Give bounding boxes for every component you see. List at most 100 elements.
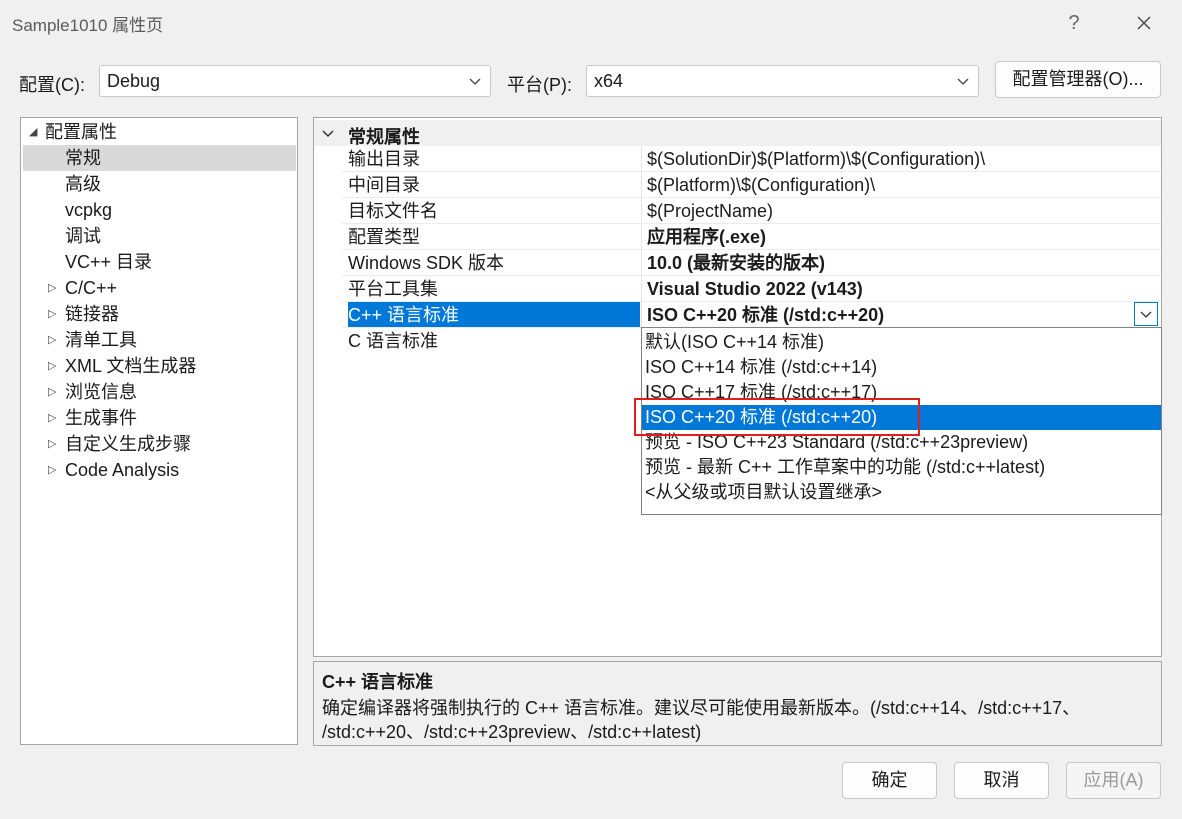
platform-select[interactable]: x64 bbox=[586, 65, 979, 97]
property-name: 配置类型 bbox=[348, 224, 640, 250]
expand-triangle-icon[interactable]: ▷ bbox=[48, 353, 56, 379]
expand-triangle-icon[interactable]: ▷ bbox=[48, 457, 56, 483]
tree-item[interactable]: VC++ 目录 bbox=[21, 249, 297, 275]
property-name-text: C 语言标准 bbox=[348, 331, 438, 351]
platform-value: x64 bbox=[594, 71, 624, 91]
tree-item-label: Code Analysis bbox=[65, 460, 180, 480]
dropdown-toggle-button[interactable] bbox=[1134, 302, 1158, 326]
close-button[interactable] bbox=[1128, 8, 1160, 38]
cancel-label: 取消 bbox=[983, 770, 1020, 790]
category-row[interactable]: 常规属性 bbox=[314, 120, 1161, 147]
expand-triangle-icon[interactable]: ▷ bbox=[48, 379, 56, 405]
expand-triangle-icon[interactable]: ▷ bbox=[48, 405, 56, 431]
property-value-text: $(ProjectName) bbox=[647, 201, 774, 221]
close-icon bbox=[1137, 16, 1151, 30]
tree-item[interactable]: vcpkg bbox=[21, 197, 297, 223]
property-value-text: 10.0 (最新安装的版本) bbox=[647, 253, 826, 273]
tree-item-label: C/C++ bbox=[65, 278, 118, 298]
description-title: C++ 语言标准 bbox=[322, 672, 434, 692]
cancel-button[interactable]: 取消 bbox=[954, 762, 1049, 799]
property-row[interactable]: 输出目录 $(SolutionDir)$(Platform)\$(Configur… bbox=[314, 146, 1161, 172]
property-row[interactable]: 配置类型 应用程序(.exe) bbox=[314, 224, 1161, 250]
tree-item-label: 调试 bbox=[65, 226, 101, 246]
property-row[interactable]: 中间目录 $(Platform)\$(Configuration)\ bbox=[314, 172, 1161, 198]
property-name: 中间目录 bbox=[348, 172, 640, 198]
property-name-text: Windows SDK 版本 bbox=[348, 253, 505, 273]
tree-item[interactable]: ▷ 清单工具 bbox=[21, 327, 297, 353]
tree-item[interactable]: ▷ XML 文档生成器 bbox=[21, 353, 297, 379]
chevron-down-icon bbox=[1140, 311, 1152, 318]
expand-triangle-icon[interactable]: ▷ bbox=[48, 275, 56, 301]
platform-label: 平台(P): bbox=[507, 75, 572, 95]
collapse-chevron-icon bbox=[322, 130, 334, 138]
property-name-text: 平台工具集 bbox=[348, 279, 438, 299]
chevron-down-icon bbox=[957, 78, 969, 85]
property-value[interactable]: $(Platform)\$(Configuration)\ bbox=[647, 172, 1161, 198]
property-row[interactable]: Windows SDK 版本 10.0 (最新安装的版本) bbox=[314, 250, 1161, 276]
chevron-down-icon bbox=[469, 78, 481, 85]
tree-item[interactable]: 常规 bbox=[23, 145, 296, 171]
property-row[interactable]: 目标文件名 $(ProjectName) bbox=[314, 198, 1161, 224]
property-value[interactable]: $(SolutionDir)$(Platform)\$(Configuratio… bbox=[647, 146, 1161, 172]
tree-root-label: 配置属性 bbox=[45, 122, 117, 142]
property-name: C++ 语言标准 bbox=[348, 302, 640, 328]
window-title: Sample1010 属性页 bbox=[12, 16, 164, 35]
tree-item[interactable]: ▷ 链接器 bbox=[21, 301, 297, 327]
tree-item-label: XML 文档生成器 bbox=[65, 356, 197, 376]
tree-item[interactable]: 调试 bbox=[21, 223, 297, 249]
config-manager-label: 配置管理器(O)... bbox=[1012, 69, 1144, 89]
tree-item[interactable]: ▷ 浏览信息 bbox=[21, 379, 297, 405]
property-name-text: 目标文件名 bbox=[348, 201, 438, 221]
tree-item[interactable]: ▷ Code Analysis bbox=[21, 457, 297, 483]
tree-item-label: 生成事件 bbox=[65, 408, 137, 428]
property-name: 平台工具集 bbox=[348, 276, 640, 302]
property-value-text: 应用程序(.exe) bbox=[647, 227, 767, 247]
property-name: Windows SDK 版本 bbox=[348, 250, 640, 276]
property-value[interactable]: 应用程序(.exe) bbox=[647, 224, 1161, 250]
property-row[interactable]: 平台工具集 Visual Studio 2022 (v143) bbox=[314, 276, 1161, 302]
expand-triangle-icon[interactable]: ▷ bbox=[48, 327, 56, 353]
expand-triangle-icon[interactable]: ▷ bbox=[48, 301, 56, 327]
property-name: 输出目录 bbox=[348, 146, 640, 172]
tree-item-label: 清单工具 bbox=[65, 330, 137, 350]
property-name-text: 配置类型 bbox=[348, 227, 420, 247]
property-value[interactable]: ISO C++20 标准 (/std:c++20) bbox=[647, 302, 1161, 328]
highlight-box bbox=[634, 398, 920, 436]
property-value[interactable]: $(ProjectName) bbox=[647, 198, 1161, 224]
tree-item-label: 链接器 bbox=[65, 304, 119, 324]
config-select[interactable]: Debug bbox=[99, 65, 491, 97]
property-value[interactable]: Visual Studio 2022 (v143) bbox=[647, 276, 1161, 302]
property-tree[interactable]: ◢ 配置属性 常规 高级 vcpkg 调试 VC++ 目录 ▷ C/C++ ▷ 链接器 ▷ 清单工具… bbox=[20, 117, 298, 745]
dropdown-option[interactable]: <从父级或项目默认设置继承> bbox=[642, 480, 1161, 505]
property-value[interactable]: 10.0 (最新安装的版本) bbox=[647, 250, 1161, 276]
dropdown-option[interactable]: 预览 - 最新 C++ 工作草案中的功能 (/std:c++latest) bbox=[642, 455, 1161, 480]
property-name-text: C++ 语言标准 bbox=[348, 305, 460, 325]
config-value: Debug bbox=[107, 71, 161, 91]
tree-item[interactable]: ▷ 生成事件 bbox=[21, 405, 297, 431]
ok-button[interactable]: 确定 bbox=[842, 762, 937, 799]
property-name: 目标文件名 bbox=[348, 198, 640, 224]
expanded-triangle-icon: ◢ bbox=[29, 126, 38, 138]
config-manager-button[interactable]: 配置管理器(O)... bbox=[995, 61, 1161, 98]
ok-label: 确定 bbox=[871, 770, 908, 790]
tree-root[interactable]: ◢ 配置属性 bbox=[21, 119, 297, 145]
property-value-text: $(Platform)\$(Configuration)\ bbox=[647, 175, 876, 195]
property-name-text: 中间目录 bbox=[348, 175, 420, 195]
description-line-2: /std:c++20、/std:c++23preview、/std:c++lat… bbox=[322, 722, 702, 742]
expand-triangle-icon[interactable]: ▷ bbox=[48, 431, 56, 457]
help-button[interactable]: ? bbox=[1058, 8, 1090, 38]
apply-button[interactable]: 应用(A) bbox=[1066, 762, 1161, 799]
property-value-text: Visual Studio 2022 (v143) bbox=[647, 279, 863, 299]
description-line-1: 确定编译器将强制执行的 C++ 语言标准。建议尽可能使用最新版本。(/std:c… bbox=[322, 698, 1081, 718]
property-row[interactable]: C++ 语言标准 ISO C++20 标准 (/std:c++20) bbox=[314, 302, 1161, 328]
tree-item-label: 高级 bbox=[65, 174, 101, 194]
dropdown-option[interactable]: ISO C++14 标准 (/std:c++14) bbox=[642, 355, 1161, 380]
dropdown-option[interactable]: 默认(ISO C++14 标准) bbox=[642, 330, 1161, 355]
tree-item-label: 常规 bbox=[65, 148, 101, 168]
config-label: 配置(C): bbox=[19, 75, 85, 95]
tree-item-label: 浏览信息 bbox=[65, 382, 137, 402]
tree-item[interactable]: ▷ C/C++ bbox=[21, 275, 297, 301]
tree-item[interactable]: ▷ 自定义生成步骤 bbox=[21, 431, 297, 457]
tree-item-label: vcpkg bbox=[65, 200, 113, 220]
tree-item[interactable]: 高级 bbox=[21, 171, 297, 197]
